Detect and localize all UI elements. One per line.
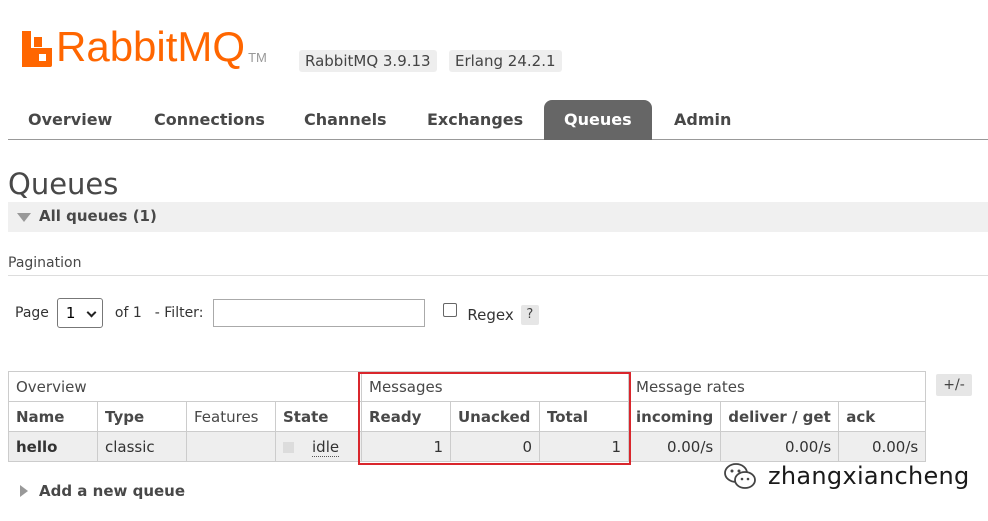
col-incoming[interactable]: incoming bbox=[627, 401, 722, 432]
rate-ack: 0.00/s bbox=[838, 431, 927, 462]
rabbit-logo-icon bbox=[22, 31, 52, 67]
col-features[interactable]: Features bbox=[186, 401, 276, 432]
wechat-icon bbox=[724, 463, 756, 489]
add-queue-toggle[interactable]: Add a new queue bbox=[20, 482, 185, 500]
main-nav: Overview Connections Channels Exchanges … bbox=[8, 100, 988, 140]
col-ack[interactable]: ack bbox=[838, 401, 927, 432]
tab-admin[interactable]: Admin bbox=[654, 100, 751, 140]
state-label: idle bbox=[312, 437, 340, 457]
filter-input[interactable] bbox=[213, 299, 426, 327]
queue-type: classic bbox=[97, 431, 187, 462]
section-label: All queues (1) bbox=[39, 207, 157, 225]
logo-trademark: TM bbox=[248, 50, 267, 65]
group-header-message-rates: Message rates bbox=[627, 371, 927, 402]
erlang-badge: Erlang 24.2.1 bbox=[449, 50, 562, 72]
watermark: zhangxiancheng bbox=[722, 458, 970, 494]
col-name[interactable]: Name bbox=[8, 401, 98, 432]
col-type[interactable]: Type bbox=[97, 401, 187, 432]
col-state[interactable]: State bbox=[275, 401, 362, 432]
queue-state: idle bbox=[275, 431, 362, 462]
rate-incoming: 0.00/s bbox=[627, 431, 722, 462]
page-select[interactable]: 1 bbox=[56, 298, 103, 328]
col-ready[interactable]: Ready bbox=[361, 401, 451, 432]
version-badge: RabbitMQ 3.9.13 bbox=[299, 50, 437, 72]
watermark-text: zhangxiancheng bbox=[768, 462, 970, 490]
col-total[interactable]: Total bbox=[539, 401, 629, 432]
logo-text: RabbitMQ bbox=[56, 23, 246, 70]
toggle-columns-button[interactable]: +/- bbox=[936, 374, 972, 396]
messages-total: 1 bbox=[539, 431, 629, 462]
regex-label: Regex bbox=[467, 306, 514, 324]
messages-unacked: 0 bbox=[450, 431, 540, 462]
collapse-triangle-icon bbox=[17, 213, 31, 222]
filter-label: - Filter: bbox=[154, 305, 204, 321]
queue-name-link[interactable]: hello bbox=[8, 431, 98, 462]
group-header-messages: Messages bbox=[361, 371, 629, 402]
page-title: Queues bbox=[8, 167, 119, 201]
group-header-overview: Overview bbox=[8, 371, 362, 402]
table-row: hello classic idle 1 0 1 0.00/s 0.00/s 0… bbox=[8, 431, 927, 462]
regex-help-button[interactable]: ? bbox=[520, 305, 539, 325]
expand-triangle-icon bbox=[20, 485, 28, 497]
rabbitmq-logo[interactable]: RabbitMQ TM bbox=[22, 23, 267, 70]
pagination-divider bbox=[8, 275, 988, 276]
all-queues-section-toggle[interactable]: All queues (1) bbox=[8, 202, 988, 232]
page-count-label: of 1 bbox=[114, 305, 142, 321]
add-queue-label: Add a new queue bbox=[39, 482, 186, 500]
chevron-down-icon bbox=[86, 307, 97, 318]
messages-ready: 1 bbox=[361, 431, 451, 462]
pagination-label: Pagination bbox=[8, 255, 82, 271]
tab-overview[interactable]: Overview bbox=[8, 100, 132, 140]
tab-queues[interactable]: Queues bbox=[544, 100, 652, 140]
col-deliver-get[interactable]: deliver / get bbox=[720, 401, 840, 432]
tab-connections[interactable]: Connections bbox=[134, 100, 285, 140]
tab-channels[interactable]: Channels bbox=[284, 100, 407, 140]
state-indicator-icon bbox=[283, 441, 294, 453]
tab-exchanges[interactable]: Exchanges bbox=[407, 100, 543, 140]
queues-table: Overview Messages Message rates Name Typ… bbox=[8, 371, 927, 462]
page-label: Page bbox=[15, 305, 49, 321]
queue-features bbox=[186, 431, 276, 462]
rate-deliver-get: 0.00/s bbox=[720, 431, 840, 462]
pagination-controls: Page 1 of 1 - Filter: Regex ? bbox=[15, 298, 539, 328]
page-select-value: 1 bbox=[65, 304, 76, 322]
col-unacked[interactable]: Unacked bbox=[450, 401, 540, 432]
regex-checkbox[interactable] bbox=[443, 303, 458, 317]
